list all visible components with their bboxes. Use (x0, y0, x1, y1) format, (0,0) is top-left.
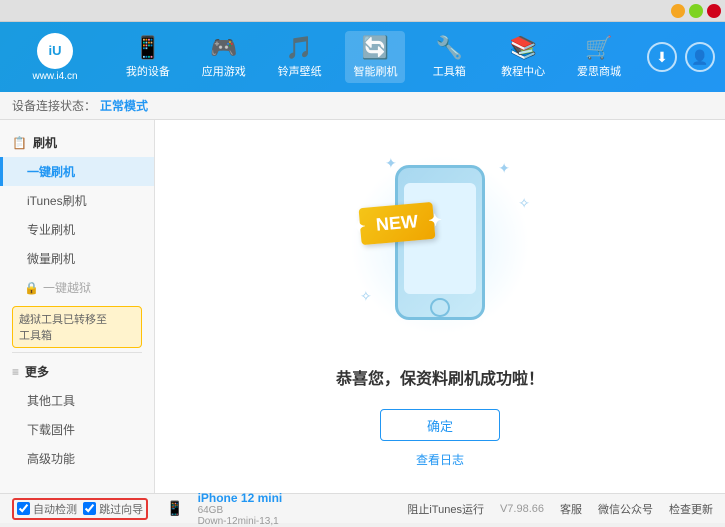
skip-wizard-checkbox[interactable]: 跳过向导 (83, 501, 143, 517)
my-device-label: 我的设备 (126, 63, 170, 79)
version-text: V7.98.66 (500, 503, 544, 515)
sidebar-item-micro-flash[interactable]: 微量刷机 (0, 244, 154, 273)
lock-icon: 🔒 (24, 281, 39, 295)
nav-right: ⬇ 👤 (647, 42, 715, 72)
sidebar-item-download-firmware[interactable]: 下载固件 (0, 415, 154, 444)
confirm-button[interactable]: 确定 (380, 409, 500, 441)
logo-text: www.i4.cn (32, 71, 77, 82)
sparkle-3: ✧ (518, 195, 530, 212)
view-journal-link[interactable]: 查看日志 (416, 451, 464, 468)
maximize-button[interactable] (689, 4, 703, 18)
apps-games-label: 应用游戏 (202, 63, 246, 79)
flash-section-label: 刷机 (33, 134, 57, 151)
check-update-link[interactable]: 检查更新 (669, 501, 713, 517)
note-text: 越狱工具已转移至工具箱 (19, 314, 107, 342)
more-section-icon: ≡ (12, 365, 19, 379)
sidebar-item-one-click-flash[interactable]: 一键刷机 (0, 157, 154, 186)
toolbox-icon: 🔧 (436, 35, 463, 61)
tutorial-label: 教程中心 (501, 63, 545, 79)
device-name: iPhone 12 mini (198, 491, 283, 505)
nav-item-apps-games[interactable]: 🎮 应用游戏 (194, 31, 254, 83)
device-firmware: Down-12mini-13,1 (198, 516, 283, 527)
device-storage: 64GB (198, 505, 283, 516)
nav-item-tutorial[interactable]: 📚 教程中心 (493, 31, 553, 83)
sidebar-section-more: ≡ 更多 (0, 357, 154, 386)
sidebar-item-other-tools[interactable]: 其他工具 (0, 386, 154, 415)
smart-flash-icon: 🔄 (362, 35, 389, 61)
nav-item-my-device[interactable]: 📱 我的设备 (118, 31, 178, 83)
sparkle-1: ✦ (385, 155, 397, 172)
title-bar (0, 0, 725, 22)
tutorial-icon: 📚 (509, 35, 536, 61)
ringtone-label: 铃声壁纸 (278, 63, 322, 79)
new-text: NEW (375, 211, 419, 235)
smart-flash-label: 智能刷机 (353, 63, 397, 79)
flash-section-icon: 📋 (12, 136, 27, 150)
mall-label: 爱思商城 (577, 63, 621, 79)
bottom-left: 自动检测 跳过向导 📱 iPhone 12 mini 64GB Down-12m… (12, 491, 407, 527)
minimize-button[interactable] (671, 4, 685, 18)
sparkle-2: ✦ (498, 160, 510, 177)
sidebar-section-flash: 📋 刷机 (0, 128, 154, 157)
logo-icon: iU (37, 33, 73, 69)
status-label: 设备连接状态： (12, 97, 96, 114)
top-nav: iU www.i4.cn 📱 我的设备 🎮 应用游戏 🎵 铃声壁纸 🔄 智能刷机… (0, 22, 725, 92)
success-message: 恭喜您，保资料刷机成功啦！ (336, 365, 544, 389)
more-section-label: 更多 (25, 363, 49, 380)
checkbox-highlight: 自动检测 跳过向导 (12, 498, 148, 520)
wechat-link[interactable]: 微信公众号 (598, 501, 653, 517)
skip-wizard-input[interactable] (83, 502, 96, 515)
locked-label: 一键越狱 (43, 279, 91, 296)
phone-body (395, 165, 485, 320)
bottom-right: 阻止iTunes运行 V7.98.66 客服 微信公众号 检查更新 (407, 501, 713, 517)
mall-icon: 🛒 (585, 35, 612, 61)
sidebar-locked-jailbreak: 🔒 一键越狱 (0, 273, 154, 302)
logo-area: iU www.i4.cn (10, 33, 100, 82)
nav-items: 📱 我的设备 🎮 应用游戏 🎵 铃声壁纸 🔄 智能刷机 🔧 工具箱 📚 教程中心… (110, 31, 637, 83)
device-phone-icon: 📱 (166, 500, 183, 517)
sidebar-note: 越狱工具已转移至工具箱 (12, 306, 142, 348)
phone-home-button (430, 298, 450, 317)
content-area: ✦ ✦ ✧ ✧ ✦ NEW ✦ 恭喜您，保资料刷机成功啦！ 确定 查看日志 (155, 120, 725, 493)
sidebar-divider (12, 352, 142, 353)
customer-service-link[interactable]: 客服 (560, 501, 582, 517)
status-value: 正常模式 (100, 97, 148, 114)
sidebar: 📋 刷机 一键刷机 iTunes刷机 专业刷机 微量刷机 🔒 一键越狱 越狱工具… (0, 120, 155, 493)
my-device-icon: 📱 (134, 35, 161, 61)
new-badge: ✦ NEW ✦ (359, 202, 436, 245)
main-layout: 📋 刷机 一键刷机 iTunes刷机 专业刷机 微量刷机 🔒 一键越狱 越狱工具… (0, 120, 725, 493)
nav-item-mall[interactable]: 🛒 爱思商城 (569, 31, 629, 83)
sparkle-4: ✧ (360, 288, 372, 305)
success-illustration: ✦ ✦ ✧ ✧ ✦ NEW ✦ (330, 145, 550, 345)
nav-item-toolbox[interactable]: 🔧 工具箱 (421, 31, 477, 83)
sidebar-item-advanced[interactable]: 高级功能 (0, 444, 154, 473)
stop-itunes-button[interactable]: 阻止iTunes运行 (407, 501, 484, 517)
nav-item-smart-flash[interactable]: 🔄 智能刷机 (345, 31, 405, 83)
star-right: ✦ (428, 210, 443, 231)
star-left: ✦ (351, 216, 366, 237)
nav-item-ringtone[interactable]: 🎵 铃声壁纸 (270, 31, 330, 83)
auto-connect-label: 自动检测 (33, 501, 77, 517)
sidebar-item-itunes-flash[interactable]: iTunes刷机 (0, 186, 154, 215)
status-bar: 设备连接状态： 正常模式 (0, 92, 725, 120)
close-button[interactable] (707, 4, 721, 18)
apps-games-icon: 🎮 (210, 35, 237, 61)
sidebar-item-pro-flash[interactable]: 专业刷机 (0, 215, 154, 244)
device-info: iPhone 12 mini 64GB Down-12mini-13,1 (198, 491, 283, 527)
bottom-bar: 自动检测 跳过向导 📱 iPhone 12 mini 64GB Down-12m… (0, 493, 725, 523)
auto-connect-checkbox[interactable]: 自动检测 (17, 501, 77, 517)
auto-connect-input[interactable] (17, 502, 30, 515)
user-button[interactable]: 👤 (685, 42, 715, 72)
skip-wizard-label: 跳过向导 (99, 501, 143, 517)
toolbox-label: 工具箱 (433, 63, 466, 79)
download-button[interactable]: ⬇ (647, 42, 677, 72)
ringtone-icon: 🎵 (286, 35, 313, 61)
stop-itunes-label: 阻止iTunes运行 (407, 501, 484, 517)
